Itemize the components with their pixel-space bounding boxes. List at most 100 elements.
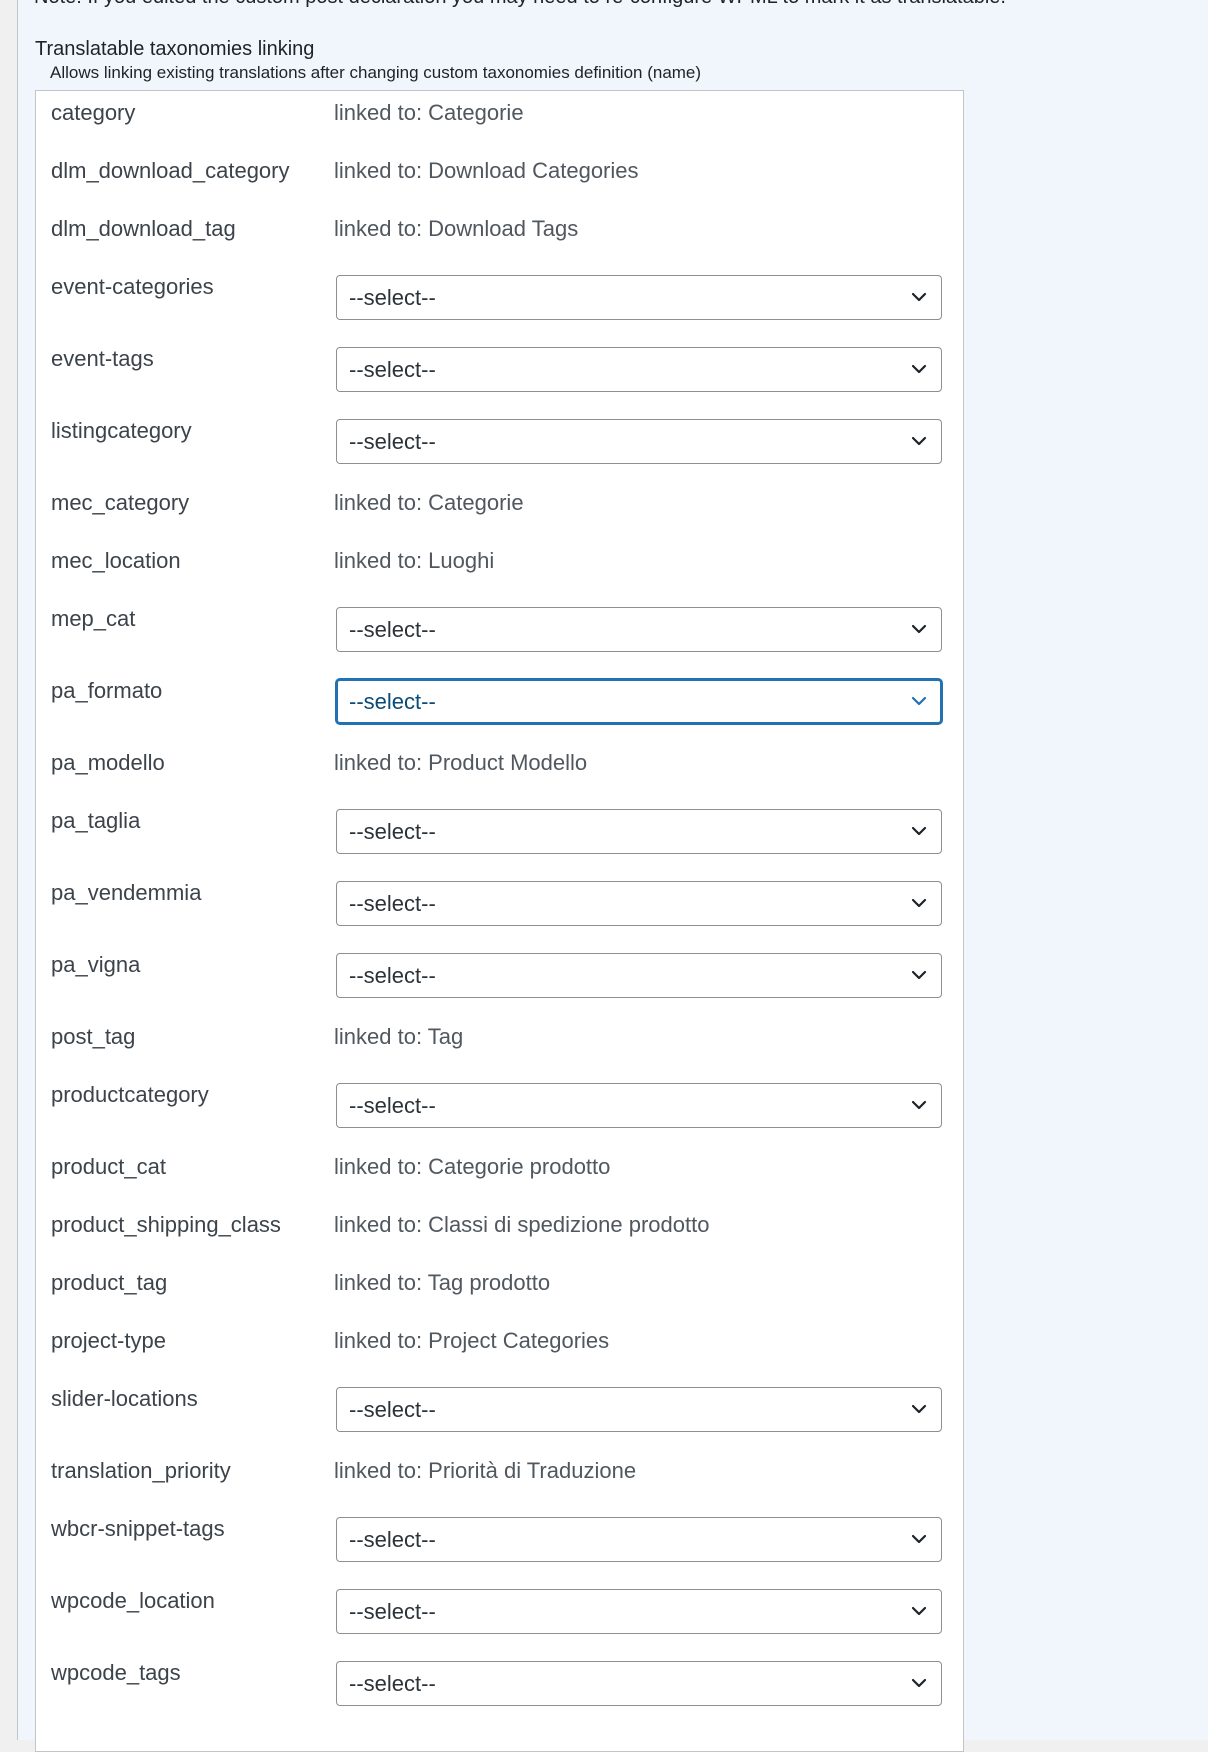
taxonomy-row-pa_taglia: pa_taglia --select--	[36, 799, 963, 871]
select-value: --select--	[349, 1093, 436, 1118]
select-value: --select--	[349, 891, 436, 916]
taxonomy-row-post_tag: post_tag linked to: Tag	[36, 1015, 963, 1073]
taxonomy-row-pa_modello: pa_modello linked to: Product Modello	[36, 741, 963, 799]
chevron-down-icon	[911, 364, 927, 374]
link-select-dropdown[interactable]: --select--	[336, 1083, 942, 1128]
select-value: --select--	[349, 1671, 436, 1696]
taxonomy-name: project-type	[51, 1328, 166, 1353]
taxonomy-name: mep_cat	[51, 606, 136, 631]
taxonomy-name: product_shipping_class	[51, 1212, 281, 1237]
select-value: --select--	[349, 689, 436, 714]
linked-taxonomy-text: linked to: Download Categories	[334, 158, 639, 183]
taxonomy-name: wpcode_location	[51, 1588, 215, 1613]
select-value: --select--	[349, 617, 436, 642]
taxonomy-row-mep_cat: mep_cat --select--	[36, 597, 963, 669]
linked-taxonomy-text: linked to: Luoghi	[334, 548, 495, 573]
taxonomy-row-mec_category: mec_category linked to: Categorie	[36, 481, 963, 539]
taxonomy-row-category: category linked to: Categorie	[36, 91, 963, 149]
taxonomy-name: productcategory	[51, 1082, 209, 1107]
link-select-dropdown[interactable]: --select--	[336, 679, 942, 724]
link-select-dropdown[interactable]: --select--	[336, 419, 942, 464]
taxonomy-name: dlm_download_tag	[51, 216, 236, 241]
taxonomy-name: event-categories	[51, 274, 214, 299]
select-value: --select--	[349, 1397, 436, 1422]
link-select-dropdown[interactable]: --select--	[336, 347, 942, 392]
linked-taxonomy-text: linked to: Categorie prodotto	[334, 1154, 611, 1179]
taxonomy-row-product_shipping_class: product_shipping_class linked to: Classi …	[36, 1203, 963, 1261]
link-select-dropdown[interactable]: --select--	[336, 275, 942, 320]
select-value: --select--	[349, 819, 436, 844]
link-select-dropdown[interactable]: --select--	[336, 809, 942, 854]
taxonomy-row-project-type: project-type linked to: Project Categorie…	[36, 1319, 963, 1377]
taxonomy-name: mec_location	[51, 548, 181, 573]
taxonomy-row-pa_vendemmia: pa_vendemmia --select--	[36, 871, 963, 943]
chevron-down-icon	[911, 1606, 927, 1616]
taxonomy-name: pa_formato	[51, 678, 163, 703]
taxonomy-name: wpcode_tags	[51, 1660, 181, 1685]
taxonomy-row-pa_vigna: pa_vigna --select--	[36, 943, 963, 1015]
taxonomy-name: slider-locations	[51, 1386, 198, 1411]
taxonomy-row-dlm_download_tag: dlm_download_tag linked to: Download Tags	[36, 207, 963, 265]
taxonomy-name: dlm_download_category	[51, 158, 290, 183]
chevron-down-icon	[911, 436, 927, 446]
taxonomy-name: pa_taglia	[51, 808, 141, 833]
section-description: Allows linking existing translations aft…	[50, 63, 702, 82]
linked-taxonomy-text: linked to: Download Tags	[334, 216, 579, 241]
linked-taxonomy-text: linked to: Tag prodotto	[334, 1270, 551, 1295]
chevron-down-icon	[911, 970, 927, 980]
taxonomy-row-mec_location: mec_location linked to: Luoghi	[36, 539, 963, 597]
taxonomy-row-wpcode_location: wpcode_location --select--	[36, 1579, 963, 1651]
taxonomy-row-product_cat: product_cat linked to: Categorie prodotto	[36, 1145, 963, 1203]
link-select-dropdown[interactable]: --select--	[336, 1387, 942, 1432]
chevron-down-icon	[911, 826, 927, 836]
taxonomy-name: event-tags	[51, 346, 154, 371]
taxonomy-name: translation_priority	[51, 1458, 231, 1483]
taxonomy-row-slider-locations: slider-locations --select--	[36, 1377, 963, 1449]
select-value: --select--	[349, 357, 436, 382]
chevron-down-icon	[911, 1100, 927, 1110]
linked-taxonomy-text: linked to: Categorie	[334, 100, 524, 125]
taxonomy-row-pa_formato: pa_formato --select--	[36, 669, 963, 741]
taxonomy-row-wpcode_tags: wpcode_tags --select--	[36, 1651, 963, 1723]
select-value: --select--	[349, 1599, 436, 1624]
link-select-dropdown[interactable]: --select--	[336, 881, 942, 926]
taxonomy-name: post_tag	[51, 1024, 136, 1049]
taxonomy-name: mec_category	[51, 490, 190, 515]
link-select-dropdown[interactable]: --select--	[336, 953, 942, 998]
taxonomy-row-listingcategory: listingcategory --select--	[36, 409, 963, 481]
taxonomy-name: pa_vendemmia	[51, 880, 202, 905]
taxonomy-row-productcategory: productcategory --select--	[36, 1073, 963, 1145]
taxonomy-row-dlm_download_category: dlm_download_category linked to: Download…	[36, 149, 963, 207]
taxonomy-name: product_tag	[51, 1270, 168, 1295]
chevron-down-icon	[911, 1404, 927, 1414]
link-select-dropdown[interactable]: --select--	[336, 607, 942, 652]
select-value: --select--	[349, 429, 436, 454]
link-select-dropdown[interactable]: --select--	[336, 1589, 942, 1634]
section-title: Translatable taxonomies linking	[35, 38, 315, 60]
taxonomy-name: pa_vigna	[51, 952, 141, 977]
taxonomy-name: pa_modello	[51, 750, 165, 775]
linked-taxonomy-text: linked to: Classi di spedizione prodotto	[334, 1212, 710, 1237]
select-value: --select--	[349, 963, 436, 988]
chevron-down-icon	[911, 624, 927, 634]
link-select-dropdown[interactable]: --select--	[336, 1517, 942, 1562]
taxonomy-name: product_cat	[51, 1154, 166, 1179]
linked-taxonomy-text: linked to: Tag	[334, 1024, 464, 1049]
linked-taxonomy-text: linked to: Project Categories	[334, 1328, 610, 1353]
taxonomy-row-translation_priority: translation_priority linked to: Priorità …	[36, 1449, 963, 1507]
linked-taxonomy-text: linked to: Product Modello	[334, 750, 588, 775]
taxonomy-name: listingcategory	[51, 418, 192, 443]
select-value: --select--	[349, 1527, 436, 1552]
chevron-down-icon	[911, 1534, 927, 1544]
chevron-down-icon	[911, 292, 927, 302]
taxonomy-row-product_tag: product_tag linked to: Tag prodotto	[36, 1261, 963, 1319]
taxonomy-row-wbcr-snippet-tags: wbcr-snippet-tags --select--	[36, 1507, 963, 1579]
chevron-down-icon	[911, 696, 927, 706]
linked-taxonomy-text: linked to: Categorie	[334, 490, 524, 515]
taxonomy-name: category	[51, 100, 136, 125]
chevron-down-icon	[911, 898, 927, 908]
taxonomy-name: wbcr-snippet-tags	[51, 1516, 225, 1541]
link-select-dropdown[interactable]: --select--	[336, 1661, 942, 1706]
taxonomies-table: category linked to: Categorie dlm_download…	[35, 90, 964, 1752]
taxonomy-row-event-categories: event-categories --select--	[36, 265, 963, 337]
